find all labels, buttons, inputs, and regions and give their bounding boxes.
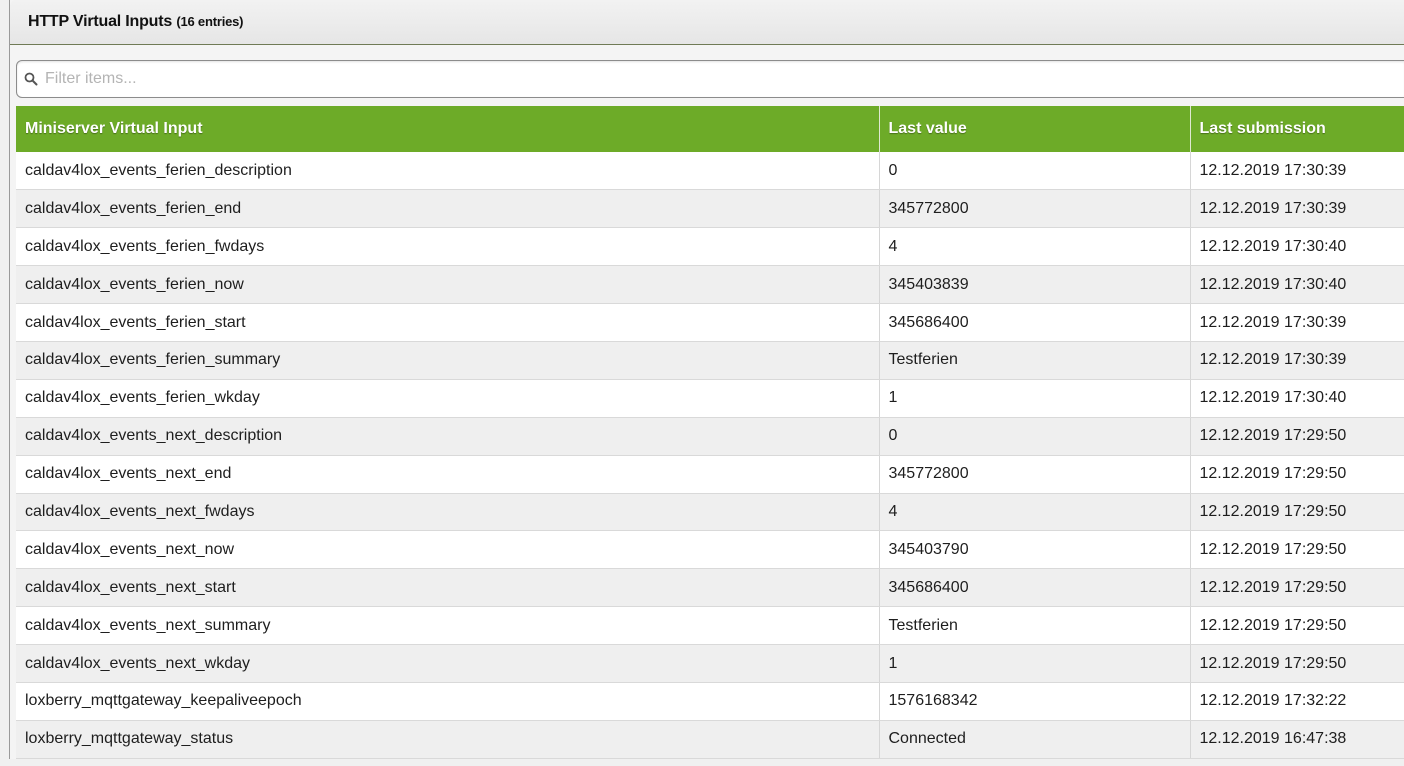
cell-virtual-input: loxberry_mqttgateway_status [16, 720, 880, 759]
cell-last-submission: 12.12.2019 17:30:40 [1190, 227, 1404, 267]
cell-last-value: 1 [879, 379, 1191, 418]
entries-count: (16 entries) [176, 14, 244, 29]
cell-last-value: 0 [879, 417, 1191, 456]
table-row[interactable]: caldav4lox_events_next_end 345772800 12.12… [16, 455, 1404, 494]
cell-virtual-input: caldav4lox_events_next_summary [16, 606, 880, 646]
cell-virtual-input: caldav4lox_events_next_description [16, 417, 880, 456]
cell-last-submission: 12.12.2019 16:47:38 [1190, 720, 1404, 759]
cell-last-value: 345686400 [879, 303, 1191, 342]
table-row[interactable]: caldav4lox_events_ferien_summary Testferi… [16, 341, 1404, 380]
cell-last-value: 345772800 [879, 189, 1191, 229]
cell-last-submission: 12.12.2019 17:30:39 [1190, 152, 1404, 191]
cell-virtual-input: caldav4lox_events_ferien_start [16, 303, 880, 342]
table-row[interactable]: caldav4lox_events_ferien_end 345772800 12.… [16, 189, 1404, 229]
cell-virtual-input: caldav4lox_events_next_now [16, 530, 880, 570]
table-row[interactable]: caldav4lox_events_ferien_description 0 12.… [16, 152, 1404, 191]
cell-last-submission: 12.12.2019 17:29:50 [1190, 530, 1404, 570]
cell-virtual-input: loxberry_mqttgateway_keepaliveepoch [16, 682, 880, 721]
cell-virtual-input: caldav4lox_events_next_end [16, 455, 880, 494]
table-row[interactable]: caldav4lox_events_next_start 345686400 12.… [16, 568, 1404, 608]
table-row[interactable]: caldav4lox_events_next_wkday 1 12.12.2019 … [16, 644, 1404, 683]
table-row[interactable]: loxberry_mqttgateway_status Connected 12.1… [16, 720, 1404, 759]
cell-last-submission: 12.12.2019 17:30:39 [1190, 303, 1404, 342]
cell-last-value: 4 [879, 227, 1191, 267]
table-body: caldav4lox_events_ferien_description 0 12.… [16, 152, 1404, 759]
filter-input[interactable] [45, 65, 1395, 93]
cell-last-value: 1 [879, 644, 1191, 683]
cell-virtual-input: caldav4lox_events_ferien_now [16, 265, 880, 305]
cell-last-value: 0 [879, 152, 1191, 191]
cell-last-submission: 12.12.2019 17:29:50 [1190, 644, 1404, 683]
cell-virtual-input: caldav4lox_events_ferien_wkday [16, 379, 880, 418]
panel-title-text: HTTP Virtual Inputs [28, 13, 173, 30]
table-row[interactable]: caldav4lox_events_next_fwdays 4 12.12.2019… [16, 493, 1404, 532]
column-header-last-value[interactable]: Last value [879, 106, 1191, 152]
cell-last-submission: 12.12.2019 17:29:50 [1190, 455, 1404, 494]
table-row[interactable]: caldav4lox_events_next_description 0 12.12… [16, 417, 1404, 456]
cell-last-value: Testferien [879, 341, 1191, 380]
cell-last-submission: 12.12.2019 17:32:22 [1190, 682, 1404, 721]
cell-last-value: 345403790 [879, 530, 1191, 570]
filter-box [16, 60, 1404, 98]
cell-last-value: 4 [879, 493, 1191, 532]
panel-header: HTTP Virtual Inputs (16 entries) [10, 0, 1404, 45]
cell-last-value: Connected [879, 720, 1191, 759]
cell-last-submission: 12.12.2019 17:29:50 [1190, 568, 1404, 608]
table-row[interactable]: caldav4lox_events_ferien_fwdays 4 12.12.20… [16, 227, 1404, 267]
cell-last-value: 345403839 [879, 265, 1191, 305]
column-header-last-submission[interactable]: Last submission [1190, 106, 1404, 152]
cell-last-value: 1576168342 [879, 682, 1191, 721]
cell-last-submission: 12.12.2019 17:30:39 [1190, 189, 1404, 229]
table-row[interactable]: caldav4lox_events_ferien_wkday 1 12.12.201… [16, 379, 1404, 418]
table-row[interactable]: loxberry_mqttgateway_keepaliveepoch 15761… [16, 682, 1404, 721]
table-row[interactable]: caldav4lox_events_ferien_start 345686400 1… [16, 303, 1404, 342]
table-row[interactable]: caldav4lox_events_next_now 345403790 12.12… [16, 530, 1404, 570]
virtual-inputs-table: Miniserver Virtual Input Last value Last… [16, 106, 1404, 759]
cell-virtual-input: caldav4lox_events_ferien_summary [16, 341, 880, 380]
cell-last-value: Testferien [879, 606, 1191, 646]
cell-virtual-input: caldav4lox_events_next_wkday [16, 644, 880, 683]
cell-last-submission: 12.12.2019 17:30:40 [1190, 379, 1404, 418]
cell-last-submission: 12.12.2019 17:30:39 [1190, 341, 1404, 380]
column-header-virtual-input[interactable]: Miniserver Virtual Input [16, 106, 880, 152]
table-row[interactable]: caldav4lox_events_next_summary Testferien… [16, 606, 1404, 646]
cell-last-submission: 12.12.2019 17:29:50 [1190, 606, 1404, 646]
cell-virtual-input: caldav4lox_events_ferien_fwdays [16, 227, 880, 267]
cell-last-submission: 12.12.2019 17:30:40 [1190, 265, 1404, 305]
cell-last-value: 345772800 [879, 455, 1191, 494]
cell-last-submission: 12.12.2019 17:29:50 [1190, 493, 1404, 532]
virtual-inputs-table-wrap: Miniserver Virtual Input Last value Last… [16, 106, 1404, 766]
cell-virtual-input: caldav4lox_events_next_start [16, 568, 880, 608]
table-header-row: Miniserver Virtual Input Last value Last… [16, 106, 1404, 152]
panel-title: HTTP Virtual Inputs (16 entries) [28, 13, 243, 31]
cell-virtual-input: caldav4lox_events_ferien_description [16, 152, 880, 191]
cell-last-submission: 12.12.2019 17:29:50 [1190, 417, 1404, 456]
cell-virtual-input: caldav4lox_events_ferien_end [16, 189, 880, 229]
cell-last-value: 345686400 [879, 568, 1191, 608]
cell-virtual-input: caldav4lox_events_next_fwdays [16, 493, 880, 532]
table-row[interactable]: caldav4lox_events_ferien_now 345403839 12.… [16, 265, 1404, 305]
search-icon [24, 72, 38, 86]
